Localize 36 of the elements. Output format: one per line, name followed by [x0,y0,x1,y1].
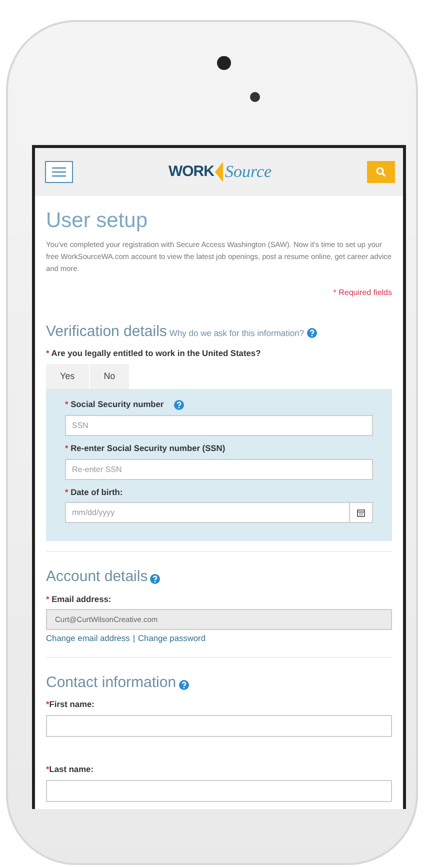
help-icon[interactable] [178,680,189,690]
field-label: * Re-enter Social Security number (SSN) [65,442,226,455]
camera-icon [217,56,231,70]
help-link[interactable]: Why do we ask for this information? [169,328,304,338]
search-button[interactable] [366,161,395,183]
field-label: *First name: [46,699,94,710]
menu-button[interactable] [45,161,73,183]
page-title: User setup [46,208,149,234]
required-note: * Required fields [333,288,392,297]
logo: WORK Source [168,161,272,184]
field-label: * Social Security number [65,398,164,411]
section-heading: Contact information [46,674,176,691]
input-field[interactable] [46,780,392,802]
field-label: * Email address: [46,594,112,604]
text-link[interactable]: Change password [138,632,206,645]
date-field[interactable]: mm/dd/yyyy [65,502,350,524]
calendar-button[interactable] [350,502,373,524]
menu-icon [51,167,67,177]
toggle-option[interactable]: No [90,364,130,390]
text-link[interactable]: Change email address [46,632,130,645]
calendar-icon [357,508,365,517]
sensor-icon [250,92,260,102]
input-field[interactable]: Re-enter SSN [65,458,373,480]
toggle-option[interactable]: Yes [46,364,89,390]
search-icon [376,167,386,177]
section-heading: Account details [46,568,148,586]
input-field[interactable] [46,714,392,737]
field-label: *Last name: [46,764,94,774]
separator: | [132,632,135,645]
help-icon[interactable] [306,328,317,338]
help-icon[interactable] [174,400,184,410]
help-icon[interactable] [150,574,160,584]
section-heading: Verification details [46,322,167,340]
question-label: * Are you legally entitled to work in the United States? [46,348,261,358]
field-label: * Date of birth: [65,486,123,498]
input-field[interactable]: SSN [65,414,373,436]
